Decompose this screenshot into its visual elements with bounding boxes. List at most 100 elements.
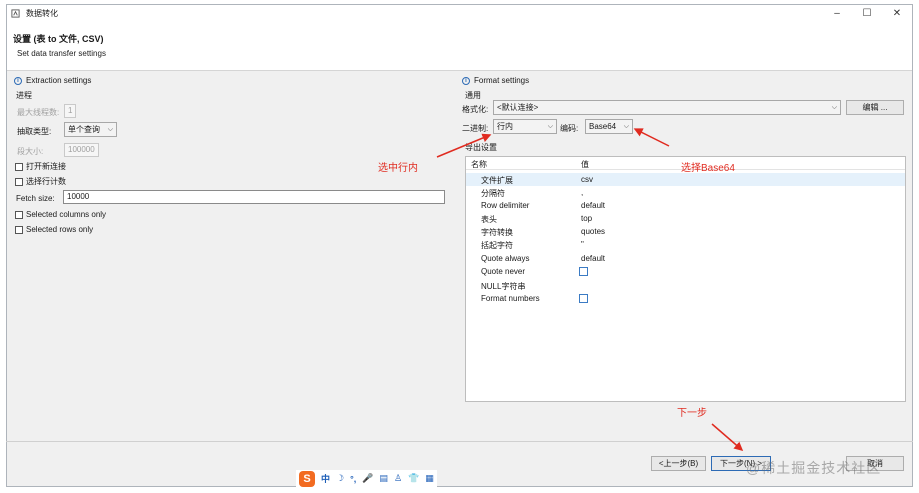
format-settings-label: Format settings [474,76,530,85]
ime-keyboard-icon[interactable]: ▤ [379,473,388,484]
row-name: 字符转换 [481,228,513,237]
close-button[interactable]: ✕ [880,5,914,22]
app-icon [11,9,20,18]
binary-label: 二进制: [462,124,489,133]
ime-microphone-icon[interactable]: 🎤 [362,473,373,484]
window-title: 数据转化 [26,9,58,18]
fetch-size-label: Fetch size: [16,194,55,203]
formatting-select[interactable]: <默认连接> ⌵ [493,100,841,115]
back-button[interactable]: <上一步(B) [651,456,706,471]
row-name: 分隔符 [481,189,505,198]
fetch-type-select[interactable]: 单个查询 ⌵ [64,122,117,137]
sogou-logo-icon[interactable]: S [299,470,315,487]
segment-size-field[interactable]: 100000 [64,143,99,157]
table-row[interactable]: 表头 top [466,212,905,225]
max-threads-label: 最大线程数: [17,108,60,117]
quote-never-checkbox[interactable] [579,267,588,276]
open-new-connection-label: 打开新连接 [26,162,66,171]
table-row[interactable]: 括起字符 " [466,238,905,251]
ime-moon-icon[interactable]: ☽ [336,473,344,484]
footer-divider [6,441,913,442]
column-header-value: 值 [581,160,589,169]
row-value: csv [581,175,593,184]
close-icon: ✕ [892,8,902,19]
row-name: Row delimiter [481,201,530,210]
max-threads-field[interactable]: 1 [64,104,76,118]
extraction-settings-title: i Extraction settings [14,76,91,85]
selected-columns-label: Selected columns only [26,210,107,219]
extraction-settings-label: Extraction settings [26,76,92,85]
fetch-size-input[interactable]: 10000 [63,190,445,204]
row-value: default [581,254,606,263]
formatting-value: <默认连接> [497,103,539,112]
export-settings-table: 名称 值 文件扩展 csv 分隔符 , Row delimiter defaul… [465,156,906,402]
watermark: @稀土掘金技术社区 [746,460,882,476]
ime-toolbar: S 中 ☽ °, 🎤 ▤ ♙ 👕 ▦ [296,470,437,487]
row-value: default [581,201,606,210]
fetch-type-value: 单个查询 [68,125,100,134]
edit-button[interactable]: 编辑 ... [846,100,904,115]
annotation-select-inline: 选中行内 [378,163,418,174]
row-name: 文件扩展 [481,176,513,185]
ime-skin-icon[interactable]: 👕 [408,473,419,484]
info-icon: i [462,76,470,85]
page-subtitle: Set data transfer settings [17,49,106,58]
chevron-down-icon: ⌵ [547,123,553,130]
title-bar: 数据转化 [7,5,912,22]
table-row[interactable]: Quote never [466,265,905,278]
open-new-connection-checkbox[interactable]: 打开新连接 [15,161,66,172]
table-row[interactable]: 文件扩展 csv [466,173,905,186]
table-row[interactable]: Format numbers [466,292,905,305]
checkbox-box [15,177,23,186]
selected-rows-label: Selected rows only [26,225,94,234]
minimize-button[interactable]: – [820,5,854,22]
encoding-select[interactable]: Base64 ⌵ [585,119,633,134]
ime-chinese-icon[interactable]: 中 [321,472,330,485]
ime-punctuation-icon[interactable]: °, [350,474,356,484]
minimize-icon: – [834,8,840,19]
row-value: top [581,214,593,223]
dialog-header: 设置 (表 to 文件, CSV) Set data transfer sett… [7,22,912,71]
binary-select[interactable]: 行内 ⌵ [493,119,557,134]
fetch-type-label: 抽取类型: [17,127,52,136]
page-title: 设置 (表 to 文件, CSV) [13,34,104,44]
binary-value: 行内 [497,122,513,131]
ime-user-icon[interactable]: ♙ [394,473,402,484]
table-row[interactable]: Quote always default [466,252,905,265]
maximize-button[interactable]: ☐ [850,5,884,22]
ime-grid-icon[interactable]: ▦ [425,473,434,484]
format-settings-title: i Format settings [462,76,529,85]
row-value: , [581,188,584,197]
annotation-select-base64: 选择Base64 [681,163,735,174]
row-name: 表头 [481,215,497,224]
format-group-label: 通用 [465,91,481,100]
segment-size-label: 段大小: [17,147,44,156]
table-row[interactable]: NULL字符串 [466,279,905,292]
format-numbers-checkbox[interactable] [579,294,588,303]
checkbox-box [15,225,23,234]
chevron-down-icon: ⌵ [107,126,113,133]
export-settings-label: 导出设置 [465,143,497,152]
column-header-name: 名称 [471,160,487,169]
extraction-group-label: 进程 [16,91,32,100]
selected-columns-checkbox[interactable]: Selected columns only [15,210,106,219]
chevron-down-icon: ⌵ [831,104,837,111]
annotation-next-step: 下一步 [677,408,707,419]
table-row[interactable]: Row delimiter default [466,199,905,212]
checkbox-box [15,210,23,219]
encoding-value: Base64 [589,122,617,131]
checkbox-box [15,162,23,171]
info-icon: i [14,76,22,85]
row-name: 括起字符 [481,241,513,250]
row-value: " [581,240,584,249]
select-row-count-label: 选择行计数 [26,177,66,186]
row-name: Quote always [481,254,530,263]
select-row-count-checkbox[interactable]: 选择行计数 [15,176,66,187]
table-row[interactable]: 字符转换 quotes [466,225,905,238]
formatting-label: 格式化: [462,105,489,114]
row-value: quotes [581,227,606,236]
table-row[interactable]: 分隔符 , [466,186,905,199]
encoding-label: 编码: [560,124,579,133]
chevron-down-icon: ⌵ [623,123,629,130]
selected-rows-checkbox[interactable]: Selected rows only [15,225,93,234]
